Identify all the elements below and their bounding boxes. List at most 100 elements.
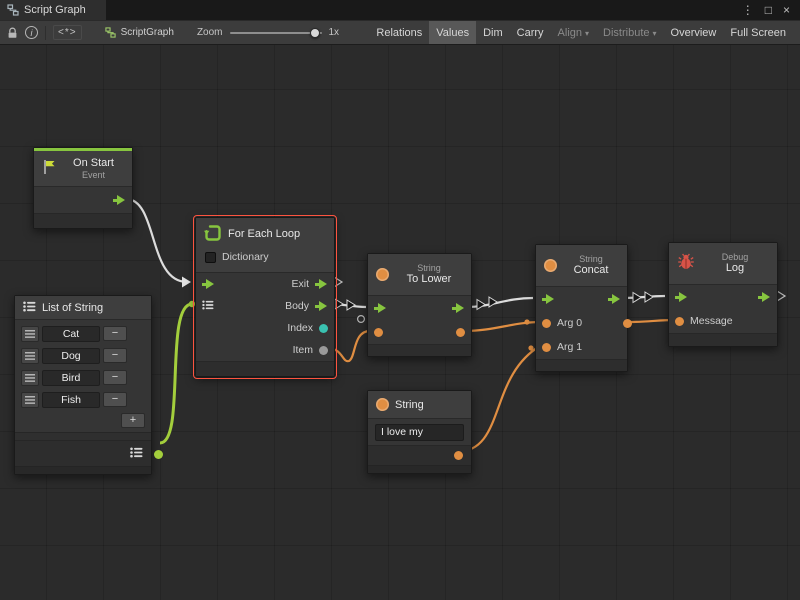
port-label: Body xyxy=(285,300,309,312)
edit-source-icon[interactable]: <*> xyxy=(53,25,82,40)
wire-arrowhead xyxy=(477,300,485,310)
maximize-icon[interactable]: □ xyxy=(765,4,772,16)
string-input-port[interactable] xyxy=(374,328,383,337)
drag-handle-icon[interactable] xyxy=(21,392,39,408)
wire-list-to-foreach[interactable] xyxy=(160,304,192,443)
string-output-port[interactable] xyxy=(454,451,463,460)
port-label: Arg 0 xyxy=(557,317,582,329)
wire-endpoint xyxy=(524,319,529,324)
item-output-port[interactable] xyxy=(319,346,328,355)
wire-arrowhead xyxy=(335,299,343,309)
zoom-slider-track[interactable] xyxy=(230,32,322,34)
list-item-field[interactable]: Cat xyxy=(42,326,100,342)
arg0-input-port[interactable] xyxy=(542,319,551,328)
relations-button[interactable]: Relations xyxy=(369,21,429,44)
drag-handle-icon[interactable] xyxy=(21,370,39,386)
trigger-input-port[interactable] xyxy=(374,303,387,313)
trigger-input-port[interactable] xyxy=(675,292,688,302)
carry-button[interactable]: Carry xyxy=(510,21,551,44)
port-row xyxy=(34,187,132,213)
zoom-slider[interactable] xyxy=(230,27,322,39)
list-output-row xyxy=(15,440,151,466)
node-for-each-loop[interactable]: For Each Loop Dictionary Exit xyxy=(195,217,335,377)
trigger-input-port[interactable] xyxy=(202,279,215,289)
node-to-lower[interactable]: String To Lower xyxy=(367,253,472,357)
close-icon[interactable]: × xyxy=(783,4,790,16)
body-output-port[interactable] xyxy=(315,301,328,311)
port-row-arg1: Arg 1 xyxy=(536,335,627,359)
titlebar: Script Graph ⋮ □ × xyxy=(0,0,800,20)
graph-canvas[interactable]: On Start Event List of St xyxy=(0,45,800,600)
lock-icon[interactable] xyxy=(7,24,18,42)
node-footer xyxy=(536,359,627,371)
node-header: On Start Event xyxy=(34,151,132,187)
node-concat[interactable]: String Concat Arg 0 Arg 1 xyxy=(535,244,628,372)
remove-item-button[interactable]: − xyxy=(103,348,127,363)
trigger-output-port[interactable] xyxy=(758,292,771,302)
unconnected-value-indicator xyxy=(358,316,365,323)
index-output-port[interactable] xyxy=(319,324,328,333)
tab-script-graph[interactable]: Script Graph xyxy=(0,0,106,20)
remove-item-button[interactable]: − xyxy=(103,326,127,341)
node-on-start[interactable]: On Start Event xyxy=(33,147,133,229)
remove-item-button[interactable]: − xyxy=(103,370,127,385)
add-item-button[interactable]: + xyxy=(121,413,145,428)
overview-button[interactable]: Overview xyxy=(664,21,724,44)
node-header: Debug Log xyxy=(669,243,777,285)
dictionary-label: Dictionary xyxy=(222,251,269,263)
wire-concat-to-log[interactable] xyxy=(623,296,665,298)
zoom-slider-handle[interactable] xyxy=(310,28,320,38)
window-menu-icon[interactable]: ⋮ xyxy=(742,4,754,16)
list-item-field[interactable]: Fish xyxy=(42,392,100,408)
list-output-port[interactable] xyxy=(154,450,163,459)
list-item-row: Bird − xyxy=(21,368,145,387)
fullscreen-button[interactable]: Full Screen xyxy=(723,21,793,44)
string-output-port[interactable] xyxy=(456,328,465,337)
list-output-icon[interactable] xyxy=(130,447,143,461)
node-debug-log[interactable]: Debug Log Message xyxy=(668,242,778,347)
arg1-input-port[interactable] xyxy=(542,343,551,352)
trigger-output-port[interactable] xyxy=(113,195,126,205)
trigger-output-port[interactable] xyxy=(452,303,465,313)
list-item-field[interactable]: Bird xyxy=(42,370,100,386)
distribute-button[interactable]: Distribute▾ xyxy=(596,21,663,44)
trigger-output-port[interactable] xyxy=(608,294,621,304)
dictionary-checkbox[interactable] xyxy=(205,252,216,263)
loop-icon xyxy=(204,224,222,245)
list-item-field[interactable]: Dog xyxy=(42,348,100,364)
node-footer xyxy=(368,344,471,356)
node-footer xyxy=(669,333,777,346)
node-header: List of String xyxy=(15,296,151,320)
list-input-port[interactable] xyxy=(202,300,214,313)
dim-button[interactable]: Dim xyxy=(476,21,510,44)
node-divider xyxy=(15,432,151,440)
drag-handle-icon[interactable] xyxy=(21,326,39,342)
port-row-index: Index xyxy=(196,317,334,339)
wire-onstart-to-foreach[interactable] xyxy=(126,199,187,282)
remove-item-button[interactable]: − xyxy=(103,392,127,407)
node-category: String xyxy=(417,263,441,273)
drag-handle-icon[interactable] xyxy=(21,348,39,364)
message-input-port[interactable] xyxy=(675,317,684,326)
values-button[interactable]: Values xyxy=(429,21,476,44)
port-row xyxy=(368,320,471,344)
node-footer xyxy=(368,465,471,473)
info-icon[interactable]: i xyxy=(25,24,38,42)
node-list-of-string[interactable]: List of String Cat − Dog − Bird − xyxy=(14,295,152,475)
node-string-literal[interactable]: String I love my xyxy=(367,390,472,474)
port-label: Index xyxy=(287,322,313,334)
node-header: For Each Loop Dictionary xyxy=(196,218,334,273)
align-button[interactable]: Align▾ xyxy=(551,21,596,44)
breadcrumb[interactable]: ScriptGraph xyxy=(105,27,174,38)
node-header: String To Lower xyxy=(368,254,471,296)
string-value-field[interactable]: I love my xyxy=(375,424,464,441)
list-item-row: Cat − xyxy=(21,324,145,343)
exit-output-port[interactable] xyxy=(315,279,328,289)
wire-arrowhead xyxy=(489,297,497,307)
value-row: I love my xyxy=(368,419,471,445)
trigger-input-port[interactable] xyxy=(542,294,555,304)
add-row: + xyxy=(15,411,151,432)
result-output-port[interactable] xyxy=(623,319,632,328)
chevron-down-icon: ▾ xyxy=(653,29,657,38)
port-row xyxy=(368,296,471,320)
